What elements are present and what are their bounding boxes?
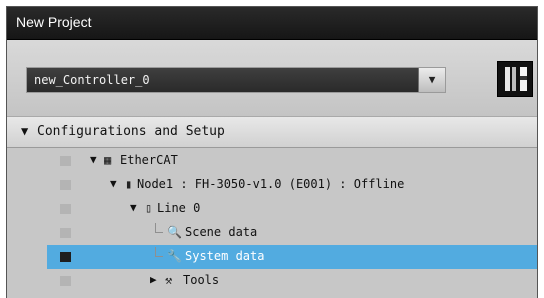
expand-arrow-icon[interactable]: ▼	[130, 201, 137, 214]
controller-select-value: new_Controller_0	[34, 73, 150, 87]
row-marker	[60, 252, 71, 262]
node-device-icon: ▮	[125, 177, 133, 191]
row-marker	[60, 276, 71, 286]
tools-icon: ⚒	[165, 273, 173, 287]
chevron-down-icon[interactable]: ▼	[418, 68, 445, 92]
device-icon	[505, 67, 510, 91]
controller-select[interactable]: new_Controller_0 ▼	[26, 67, 446, 93]
row-marker	[60, 204, 71, 214]
new-project-panel: New Project new_Controller_0 ▼ ▼ Configu…	[6, 6, 538, 298]
tree-item-label: Line 0	[157, 201, 201, 215]
panel-title-bar: New Project	[7, 7, 537, 40]
expand-arrow-icon[interactable]: ▶	[150, 273, 157, 286]
row-marker	[60, 180, 71, 190]
line-icon: ▯	[145, 201, 153, 215]
controller-toolbar: new_Controller_0 ▼	[7, 40, 537, 116]
tree-item-node1[interactable]: ▼ ▮ Node1 : FH-3050-v1.0 (E001) : Offlin…	[7, 173, 537, 197]
scene-data-icon: 🔍	[167, 225, 182, 239]
tree-item-label: Tools	[183, 273, 220, 287]
tree-item-tools[interactable]: ▶ ⚒ Tools	[7, 269, 537, 293]
tree-item-label: EtherCAT	[120, 153, 178, 167]
tree-connector	[155, 223, 163, 233]
expand-arrow-icon[interactable]: ▼	[21, 124, 28, 138]
row-marker	[60, 156, 71, 166]
tree-connector	[155, 247, 163, 257]
controller-device-button[interactable]	[497, 61, 533, 97]
ethercat-icon: ▦	[104, 153, 112, 167]
row-marker	[60, 228, 71, 238]
tree-item-ethercat[interactable]: ▼ ▦ EtherCAT	[7, 149, 537, 173]
project-tree: ▼ ▦ EtherCAT ▼ ▮ Node1 : FH-3050-v1.0 (E…	[7, 148, 537, 298]
tree-item-label: Node1 : FH-3050-v1.0 (E001) : Offline	[137, 177, 405, 191]
panel-title: New Project	[16, 14, 92, 30]
expand-arrow-icon[interactable]: ▼	[110, 177, 117, 190]
wrench-icon: 🔧	[167, 249, 182, 263]
configurations-and-setup-header[interactable]: ▼ Configurations and Setup	[7, 116, 537, 148]
selection-highlight	[47, 245, 537, 269]
tree-item-label: Scene data	[185, 225, 258, 239]
tree-item-label: System data	[185, 249, 265, 263]
tree-item-system-data[interactable]: 🔧 System data	[7, 245, 537, 269]
expand-arrow-icon[interactable]: ▼	[90, 153, 97, 166]
tree-item-line-0[interactable]: ▼ ▯ Line 0	[7, 197, 537, 221]
tree-item-scene-data[interactable]: 🔍 Scene data	[7, 221, 537, 245]
section-label: Configurations and Setup	[37, 124, 225, 139]
